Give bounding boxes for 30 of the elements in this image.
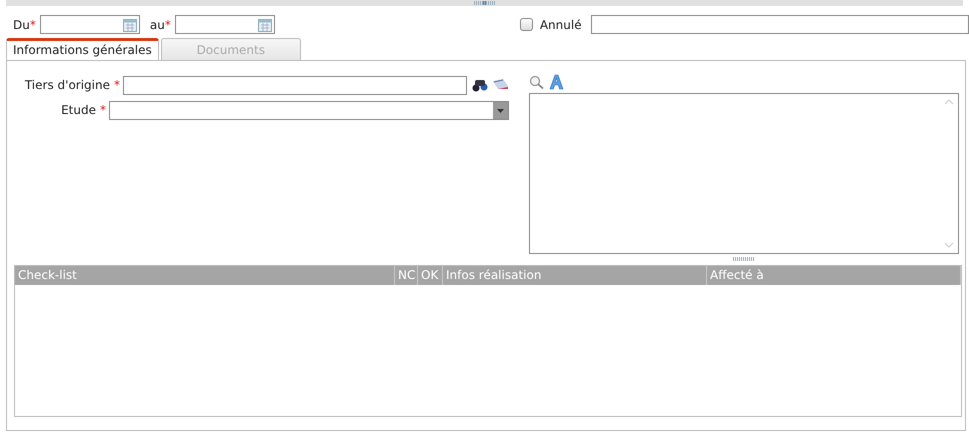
search-icon[interactable] — [529, 75, 544, 89]
column-header[interactable]: Check-list — [15, 266, 395, 285]
eraser-icon[interactable] — [492, 78, 509, 90]
cancelled-checkbox[interactable] — [520, 18, 533, 31]
date-field[interactable] — [40, 15, 140, 34]
required-mark: * — [114, 77, 120, 94]
field-label: Etude — [61, 102, 96, 119]
field-label: Tiers d'origine — [24, 77, 110, 94]
required-mark: * — [164, 16, 171, 34]
column-header[interactable]: Infos réalisation — [443, 266, 707, 285]
cancelled-label: Annulé — [540, 16, 582, 34]
required-mark: * — [30, 16, 36, 34]
tab[interactable]: Informations générales — [6, 38, 159, 60]
binoculars-icon[interactable] — [472, 78, 488, 92]
column-header[interactable]: Affecté à — [707, 266, 961, 285]
required-mark: * — [100, 102, 106, 119]
calendar-icon[interactable] — [258, 18, 272, 32]
column-header[interactable]: NC — [395, 266, 418, 285]
date-label: au — [150, 16, 165, 34]
resize-handle[interactable] — [474, 1, 496, 5]
cancelled-reason-field[interactable] — [590, 15, 969, 34]
date-label: Du — [13, 16, 30, 34]
text-field[interactable] — [123, 76, 467, 94]
text-format-icon[interactable] — [548, 74, 564, 90]
resize-handle[interactable] — [733, 257, 755, 261]
date-field[interactable] — [174, 15, 275, 34]
calendar-icon[interactable] — [122, 18, 137, 32]
column-header[interactable]: OK — [418, 266, 443, 285]
dropdown-field[interactable] — [109, 100, 509, 120]
tab[interactable]: Documents — [160, 38, 301, 60]
